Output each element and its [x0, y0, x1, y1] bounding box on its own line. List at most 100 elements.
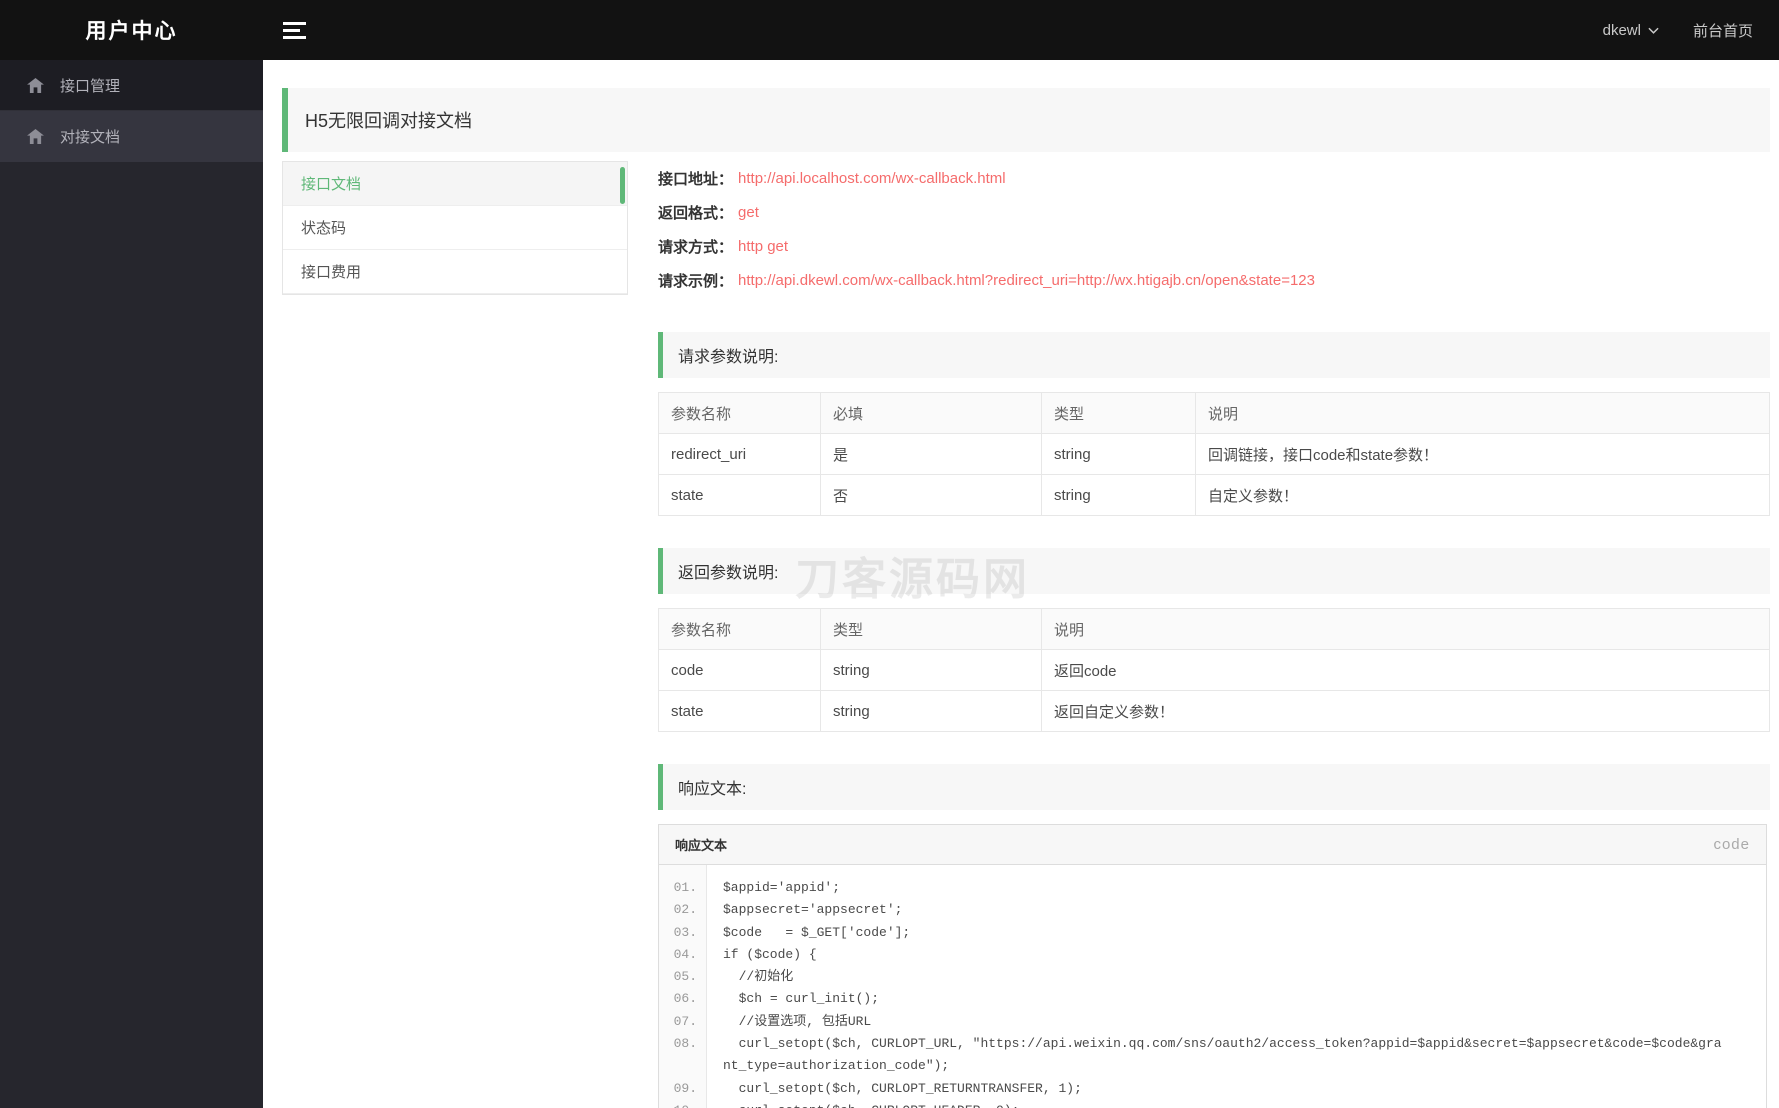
code-panel-title: 响应文本	[675, 838, 728, 853]
line-number: 08.	[673, 1036, 697, 1052]
page-title: H5无限回调对接文档	[305, 111, 473, 131]
doc-subnav: 接口文档 状态码 接口费用	[282, 161, 628, 295]
code-line: 02. $appsecret='appsecret';	[659, 899, 1766, 921]
code-lang-badge: code	[1713, 836, 1750, 853]
table-row: code string 返回code	[658, 649, 1770, 691]
info-label: 返回格式：	[658, 204, 734, 222]
subnav-item-status-codes[interactable]: 状态码	[283, 206, 627, 250]
table-row: state 否 string 自定义参数！	[658, 474, 1770, 516]
info-label: 请求方式：	[658, 238, 734, 256]
api-info-block: 接口地址： http://api.localhost.com/wx-callba…	[658, 161, 1770, 297]
code-line: 06. $ch = curl_init();	[659, 988, 1766, 1010]
main-content: H5无限回调对接文档 接口文档 状态码 接口费用 接口地址： http://ap…	[263, 0, 1779, 1108]
line-text: if ($code) {	[723, 946, 817, 962]
cell: state	[658, 474, 821, 516]
page-title-panel: H5无限回调对接文档	[282, 88, 1770, 152]
sidebar: 接口管理 对接文档	[0, 60, 263, 1108]
frontend-home-link[interactable]: 前台首页	[1693, 20, 1753, 41]
col-header: 类型	[820, 608, 1042, 650]
api-info-line: 接口地址： http://api.localhost.com/wx-callba…	[658, 161, 1770, 195]
table-header-row: 参数名称 类型 说明	[658, 608, 1770, 650]
cell: 返回code	[1041, 649, 1770, 691]
code-line: 03. $code = $_GET['code'];	[659, 922, 1766, 944]
sidebar-item-docs[interactable]: 对接文档	[0, 111, 263, 162]
col-header: 必填	[820, 392, 1042, 434]
section-title: 返回参数说明:	[678, 565, 779, 582]
cell: 返回自定义参数！	[1041, 690, 1770, 732]
subnav-label: 状态码	[301, 220, 347, 237]
sidebar-item-label: 对接文档	[60, 129, 121, 146]
col-header: 说明	[1041, 608, 1770, 650]
code-body[interactable]: 01. $appid='appid'; 02. $appsecret='apps…	[659, 865, 1766, 1108]
code-line: 07. //设置选项, 包括URL	[659, 1011, 1766, 1033]
api-info-line: 请求方式： http get	[658, 229, 1770, 263]
cell: 回调链接，接口code和state参数！	[1195, 433, 1770, 475]
info-label: 接口地址：	[658, 170, 734, 188]
line-text: $appid='appid';	[723, 880, 841, 895]
cell: code	[658, 649, 821, 691]
table-row: state string 返回自定义参数！	[658, 690, 1770, 732]
code-line: 10. curl_setopt($ch, CURLOPT_HEADER, 0);	[659, 1100, 1766, 1108]
code-line: 04. if ($code) {	[659, 944, 1766, 966]
api-info-line: 请求示例： http://api.dkewl.com/wx-callback.h…	[658, 263, 1770, 297]
section-response-params: 返回参数说明: 刀客源码网	[658, 548, 1770, 604]
subnav-scrollbar[interactable]	[620, 167, 625, 204]
site-watermark: 刀客源码网	[795, 555, 1030, 604]
subnav-item-api-fees[interactable]: 接口费用	[283, 250, 627, 294]
home-icon	[27, 129, 44, 144]
code-line: 08. curl_setopt($ch, CURLOPT_URL, "https…	[659, 1033, 1766, 1078]
line-text: curl_setopt($ch, CURLOPT_RETURNTRANSFER,…	[723, 1080, 1082, 1096]
col-header: 说明	[1195, 392, 1770, 434]
topbar: 用户中心 dkewl 前台首页	[0, 0, 1779, 60]
subnav-label: 接口费用	[301, 264, 362, 281]
code-panel-header: 响应文本 code	[659, 825, 1766, 865]
line-text: $appsecret='appsecret';	[723, 902, 903, 918]
home-icon	[27, 77, 44, 93]
api-url-link[interactable]: http://api.localhost.com/wx-callback.htm…	[738, 170, 1006, 187]
section-response-body: 响应文本:	[658, 764, 1770, 810]
section-title: 请求参数说明:	[678, 349, 779, 366]
info-label: 请求示例：	[658, 272, 734, 290]
section-request-params: 请求参数说明:	[658, 332, 1770, 378]
code-line: 09. curl_setopt($ch, CURLOPT_RETURNTRANS…	[659, 1078, 1766, 1100]
line-number: 09.	[673, 1080, 697, 1096]
sidebar-item-api-manage[interactable]: 接口管理	[0, 60, 263, 111]
col-header: 类型	[1041, 392, 1196, 434]
cell: string	[1041, 474, 1196, 516]
username: dkewl	[1602, 21, 1641, 39]
line-text: curl_setopt($ch, CURLOPT_URL, "https://a…	[723, 1036, 1722, 1074]
line-text: $ch = curl_init();	[723, 991, 880, 1007]
line-number: 04.	[673, 946, 697, 962]
cell: string	[820, 649, 1042, 691]
subnav-label: 接口文档	[301, 176, 362, 193]
table-header-row: 参数名称 必填 类型 说明	[658, 392, 1770, 434]
section-title: 响应文本:	[678, 781, 747, 798]
cell: 自定义参数！	[1195, 474, 1770, 516]
line-number: 10.	[659, 1100, 706, 1108]
user-dropdown[interactable]: dkewl	[1603, 22, 1659, 39]
line-number: 02.	[673, 902, 697, 918]
table-row: redirect_uri 是 string 回调链接，接口code和state参…	[658, 433, 1770, 475]
response-params-table: 参数名称 类型 说明 code string 返回code state stri…	[658, 608, 1770, 732]
code-panel: 响应文本 code 01. $appid='appid'; 02. $appse…	[658, 824, 1767, 1108]
line-text: //设置选项, 包括URL	[723, 1013, 872, 1029]
cell: redirect_uri	[658, 433, 821, 475]
line-text: $code = $_GET['code'];	[723, 924, 911, 940]
cell: string	[820, 690, 1042, 732]
cell: 否	[820, 474, 1042, 516]
app-logo: 用户中心	[85, 20, 178, 43]
cell: state	[658, 690, 821, 732]
line-number: 03.	[673, 924, 697, 940]
line-number: 05.	[673, 969, 697, 985]
line-text: //初始化	[723, 969, 794, 985]
hamburger-icon[interactable]	[283, 18, 307, 43]
cell: 是	[820, 433, 1042, 475]
request-example-link[interactable]: http://api.dkewl.com/wx-callback.html?re…	[738, 272, 1315, 289]
sidebar-item-label: 接口管理	[60, 77, 121, 95]
subnav-item-api-doc[interactable]: 接口文档	[283, 162, 627, 206]
col-header: 参数名称	[658, 392, 821, 434]
topbar-right: dkewl 前台首页	[1603, 20, 1779, 41]
doc-body: 接口地址： http://api.localhost.com/wx-callba…	[658, 161, 1770, 1108]
line-number: 06.	[673, 991, 697, 1007]
api-info-line: 返回格式： get	[658, 195, 1770, 229]
